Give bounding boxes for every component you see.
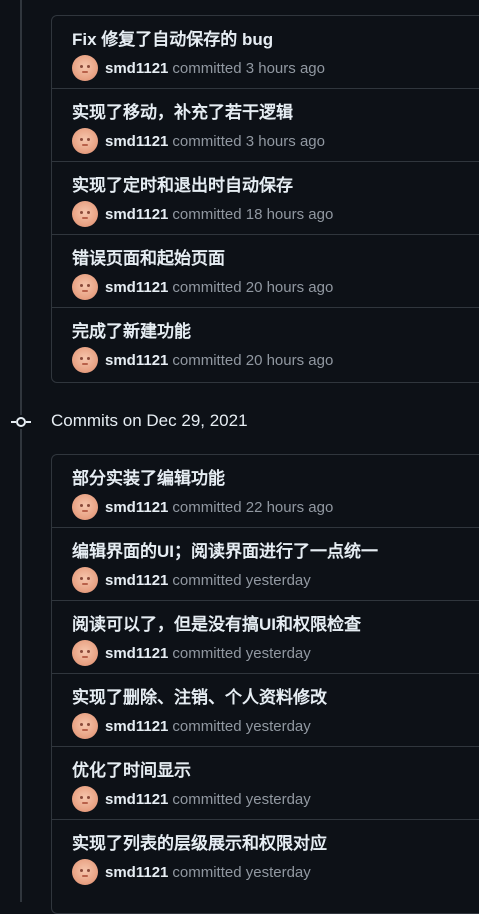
commit-meta: smd1121 committed 3 hours ago xyxy=(72,55,479,81)
commit-row: 实现了定时和退出时自动保存 smd1121 committed 18 hours… xyxy=(52,162,479,235)
user-avatar[interactable] xyxy=(72,567,98,593)
commit-time-text: committed 18 hours ago xyxy=(172,205,334,223)
commit-meta: smd1121 committed 18 hours ago xyxy=(72,201,479,227)
commit-row: 实现了删除、注销、个人资料修改 smd1121 committed yester… xyxy=(52,674,479,747)
commit-time-text: committed 20 hours ago xyxy=(172,351,334,369)
commit-author-link[interactable]: smd1121 xyxy=(105,499,168,516)
commit-time-text: committed 3 hours ago xyxy=(172,59,325,77)
commit-group-card: Fix 修复了自动保存的 bug smd1121 committed 3 hou… xyxy=(51,15,479,383)
commit-title-link[interactable]: 阅读可以了，但是没有搞UI和权限检查 xyxy=(72,613,479,637)
user-avatar[interactable] xyxy=(72,128,98,154)
commit-title-link[interactable]: 部分实装了编辑功能 xyxy=(72,467,479,491)
commit-time-text: committed yesterday xyxy=(172,644,311,662)
commit-time-text: committed 3 hours ago xyxy=(172,132,325,150)
user-avatar[interactable] xyxy=(72,55,98,81)
commit-meta: smd1121 committed 3 hours ago xyxy=(72,128,479,154)
commit-author-link[interactable]: smd1121 xyxy=(105,133,168,150)
commit-author-link[interactable]: smd1121 xyxy=(105,791,168,808)
commit-row: 优化了时间显示 smd1121 committed yesterday xyxy=(52,747,479,820)
commit-title-link[interactable]: 编辑界面的UI；阅读界面进行了一点统一 xyxy=(72,540,479,564)
user-avatar[interactable] xyxy=(72,859,98,885)
commit-author-link[interactable]: smd1121 xyxy=(105,206,168,223)
commit-title-link[interactable]: 实现了删除、注销、个人资料修改 xyxy=(72,686,479,710)
commit-author-link[interactable]: smd1121 xyxy=(105,718,168,735)
commit-meta: smd1121 committed yesterday xyxy=(72,713,479,739)
commit-group-date: Commits on Dec 29, 2021 xyxy=(51,411,248,430)
commit-row: 完成了新建功能 smd1121 committed 20 hours ago xyxy=(52,308,479,381)
timeline-line xyxy=(20,0,22,902)
user-avatar[interactable] xyxy=(72,494,98,520)
commit-author-link[interactable]: smd1121 xyxy=(105,645,168,662)
commit-title-link[interactable]: 实现了列表的层级展示和权限对应 xyxy=(72,832,479,856)
user-avatar[interactable] xyxy=(72,640,98,666)
commit-title-link[interactable]: 错误页面和起始页面 xyxy=(72,247,479,271)
commit-title-link[interactable]: 优化了时间显示 xyxy=(72,759,479,783)
commit-group-card: 部分实装了编辑功能 smd1121 committed 22 hours ago… xyxy=(51,454,479,914)
commit-meta: smd1121 committed yesterday xyxy=(72,786,479,812)
commit-row: 编辑界面的UI；阅读界面进行了一点统一 smd1121 committed ye… xyxy=(52,528,479,601)
commit-title-link[interactable]: 完成了新建功能 xyxy=(72,320,479,344)
commit-author-link[interactable]: smd1121 xyxy=(105,864,168,881)
commit-row: 错误页面和起始页面 smd1121 committed 20 hours ago xyxy=(52,235,479,308)
commit-author-link[interactable]: smd1121 xyxy=(105,279,168,296)
commit-meta: smd1121 committed yesterday xyxy=(72,640,479,666)
user-avatar[interactable] xyxy=(72,786,98,812)
commit-meta: smd1121 committed 22 hours ago xyxy=(72,494,479,520)
commit-time-text: committed 22 hours ago xyxy=(172,498,334,516)
commit-meta: smd1121 committed 20 hours ago xyxy=(72,274,479,300)
user-avatar[interactable] xyxy=(72,713,98,739)
git-commit-icon xyxy=(11,415,31,429)
user-avatar[interactable] xyxy=(72,347,98,373)
commit-author-link[interactable]: smd1121 xyxy=(105,352,168,369)
commit-row: 实现了列表的层级展示和权限对应 smd1121 committed yester… xyxy=(52,820,479,893)
commit-title-link[interactable]: 实现了定时和退出时自动保存 xyxy=(72,174,479,198)
commit-row: 部分实装了编辑功能 smd1121 committed 22 hours ago xyxy=(52,455,479,528)
commit-row: Fix 修复了自动保存的 bug smd1121 committed 3 hou… xyxy=(52,16,479,89)
commit-group-header: Commits on Dec 29, 2021 xyxy=(0,410,479,434)
commit-author-link[interactable]: smd1121 xyxy=(105,60,168,77)
commit-author-link[interactable]: smd1121 xyxy=(105,572,168,589)
commit-title-link[interactable]: 实现了移动，补充了若干逻辑 xyxy=(72,101,479,125)
commit-row: 阅读可以了，但是没有搞UI和权限检查 smd1121 committed yes… xyxy=(52,601,479,674)
commit-time-text: committed yesterday xyxy=(172,571,311,589)
commit-time-text: committed yesterday xyxy=(172,790,311,808)
commit-title-link[interactable]: Fix 修复了自动保存的 bug xyxy=(72,28,479,52)
commit-time-text: committed 20 hours ago xyxy=(172,278,334,296)
commit-meta: smd1121 committed yesterday xyxy=(72,859,479,885)
commit-meta: smd1121 committed 20 hours ago xyxy=(72,347,479,373)
user-avatar[interactable] xyxy=(72,201,98,227)
commit-meta: smd1121 committed yesterday xyxy=(72,567,479,593)
commit-row: 实现了移动，补充了若干逻辑 smd1121 committed 3 hours … xyxy=(52,89,479,162)
commit-time-text: committed yesterday xyxy=(172,863,311,881)
commit-time-text: committed yesterday xyxy=(172,717,311,735)
user-avatar[interactable] xyxy=(72,274,98,300)
